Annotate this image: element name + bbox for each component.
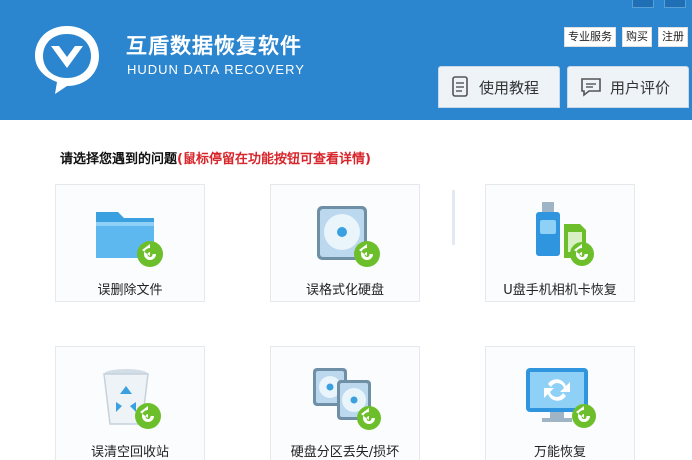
folder-restore-icon bbox=[96, 212, 163, 267]
tile-label: 误清空回收站 bbox=[90, 445, 169, 460]
tile-usb-phone-card[interactable]: U盘手机相机卡恢复 bbox=[485, 184, 635, 302]
recycle-bin-restore-icon bbox=[103, 369, 161, 429]
disk-restore-icon bbox=[317, 206, 380, 267]
app-title: 互盾数据恢复软件 bbox=[126, 34, 302, 58]
document-icon bbox=[452, 76, 468, 97]
tile-deleted-files[interactable]: 误删除文件 bbox=[55, 184, 205, 302]
tile-recycle-bin[interactable]: 误清空回收站 bbox=[55, 346, 205, 460]
instruction-hint: (鼠标停留在功能按钮可查看详情) bbox=[177, 152, 371, 167]
tile-label: 误删除文件 bbox=[97, 283, 163, 298]
instruction-main: 请选择您遇到的问题 bbox=[60, 152, 178, 167]
tile-formatted-disk[interactable]: 误格式化硬盘 bbox=[270, 184, 420, 302]
tile-label: 万能恢复 bbox=[533, 445, 586, 460]
instruction-text: 请选择您遇到的问题(鼠标停留在功能按钮可查看详情) bbox=[60, 148, 371, 167]
comment-icon bbox=[581, 78, 601, 97]
tile-label: 误格式化硬盘 bbox=[305, 283, 384, 298]
service-link[interactable]: 专业服务 bbox=[564, 27, 616, 47]
tutorial-button[interactable]: 使用教程 bbox=[438, 66, 560, 108]
universal-restore-icon bbox=[526, 368, 596, 428]
review-button[interactable]: 用户评价 bbox=[567, 66, 689, 108]
register-link[interactable]: 注册 bbox=[658, 27, 688, 47]
usb-sd-restore-icon bbox=[536, 202, 594, 266]
tutorial-label: 使用教程 bbox=[479, 78, 540, 97]
partition-restore-icon bbox=[313, 368, 381, 430]
app-header: 互盾数据恢复软件 HUDUN DATA RECOVERY 专业服务 购买 注册 … bbox=[0, 0, 692, 120]
tile-universal-recovery[interactable]: 万能恢复 bbox=[485, 346, 635, 460]
tile-partition-lost[interactable]: 硬盘分区丢失/损坏 bbox=[270, 346, 420, 460]
app-subtitle: HUDUN DATA RECOVERY bbox=[127, 62, 305, 77]
tile-label: U盘手机相机卡恢复 bbox=[503, 283, 617, 298]
minimize-icon[interactable] bbox=[632, 0, 654, 8]
app-logo-icon bbox=[35, 26, 99, 94]
top-links: 专业服务 购买 注册 bbox=[564, 27, 688, 47]
buy-link[interactable]: 购买 bbox=[622, 27, 652, 47]
review-label: 用户评价 bbox=[610, 78, 671, 97]
tile-label: 硬盘分区丢失/损坏 bbox=[290, 445, 400, 460]
close-icon[interactable] bbox=[664, 0, 686, 8]
separator bbox=[452, 190, 455, 245]
